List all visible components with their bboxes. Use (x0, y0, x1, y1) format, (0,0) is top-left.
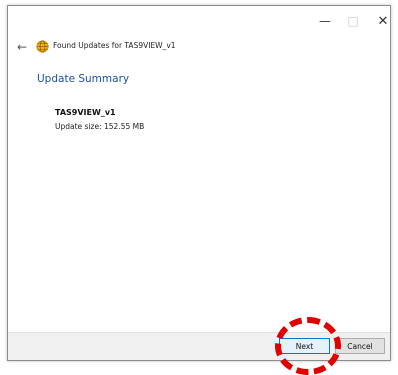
maximize-icon: □ (347, 14, 359, 28)
update-size-text: Update size: 152.55 MB (55, 122, 145, 131)
next-button[interactable]: Next (279, 338, 330, 354)
minimize-button[interactable]: — (311, 6, 339, 36)
title-bar: — □ ✕ (8, 6, 390, 36)
window-title: Found Updates for TAS9VIEW_v1 (53, 41, 176, 50)
back-arrow-icon: ← (16, 40, 28, 54)
navigation-header: ← Found Updates for TAS9VIEW_v1 (8, 36, 390, 60)
dialog-footer: Next Cancel (8, 332, 390, 360)
close-button[interactable]: ✕ (369, 6, 397, 36)
page-heading: Update Summary (37, 73, 130, 85)
back-button[interactable]: ← (14, 39, 30, 55)
update-dialog-window: — □ ✕ ← Found Updates for TAS9VIEW_v1 Up… (7, 5, 391, 361)
minimize-icon: — (319, 14, 331, 28)
cancel-button[interactable]: Cancel (335, 338, 385, 354)
product-name: TAS9VIEW_v1 (55, 108, 116, 117)
close-icon: ✕ (377, 13, 389, 29)
maximize-button[interactable]: □ (339, 6, 367, 36)
globe-update-icon (36, 40, 49, 53)
